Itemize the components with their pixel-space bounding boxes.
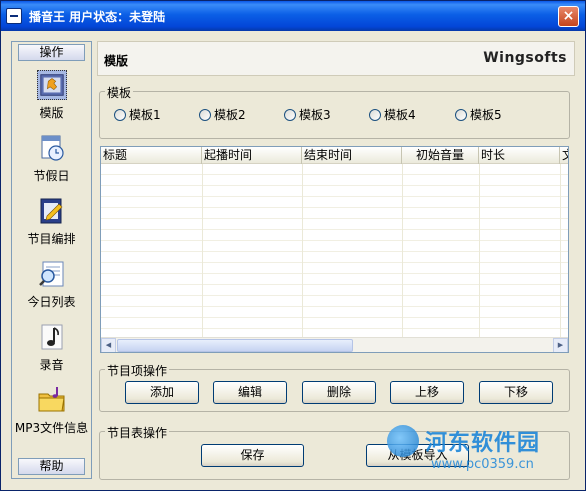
watermark-logo-icon bbox=[387, 425, 419, 457]
table-header: 标题 起播时间 结束时间 初始音量 时长 文 bbox=[101, 147, 568, 164]
sidebar-item-program-schedule[interactable]: 节目编排 bbox=[13, 192, 90, 252]
row-divider bbox=[101, 251, 568, 252]
move-up-button[interactable]: 上移 bbox=[390, 381, 464, 404]
item-ops-group: 节目项操作 添加 编辑 删除 上移 下移 bbox=[99, 362, 570, 412]
add-button[interactable]: 添加 bbox=[125, 381, 199, 404]
column-header-end-time[interactable]: 结束时间 bbox=[302, 147, 402, 164]
column-header-file[interactable]: 文 bbox=[560, 147, 568, 164]
page-title: 模版 bbox=[104, 54, 129, 68]
sidebar: 操作 模版 节假日 节目编排 今日列表 录音 MP3文件信息 帮助 bbox=[11, 41, 92, 479]
brand-logo-text: Wingsofts bbox=[483, 50, 567, 66]
row-divider bbox=[101, 295, 568, 296]
sidebar-header[interactable]: 操作 bbox=[18, 44, 85, 61]
row-divider bbox=[101, 328, 568, 329]
watermark-url: www.pc0359.cn bbox=[431, 457, 534, 472]
save-button[interactable]: 保存 bbox=[201, 444, 304, 467]
template-group: 模板 模板1 模板2 模板3 模板4 模板5 bbox=[99, 84, 570, 139]
column-header-start-time[interactable]: 起播时间 bbox=[202, 147, 302, 164]
row-divider bbox=[101, 273, 568, 274]
calendar-clock-icon bbox=[41, 135, 64, 161]
schedule-edit-icon bbox=[40, 198, 63, 224]
column-divider bbox=[202, 164, 203, 337]
item-ops-label: 节目项操作 bbox=[105, 362, 170, 379]
template-radio-5[interactable]: 模板5 bbox=[455, 106, 502, 122]
title-bar[interactable]: 播音王 用户状态：未登陆 × bbox=[1, 1, 585, 31]
radio-circle bbox=[114, 109, 126, 121]
program-table[interactable]: 标题 起播时间 结束时间 初始音量 时长 文 bbox=[100, 146, 569, 353]
scroll-thumb[interactable] bbox=[117, 339, 353, 352]
template-radio-1[interactable]: 模板1 bbox=[114, 106, 161, 122]
edit-button[interactable]: 编辑 bbox=[213, 381, 287, 404]
radio-label: 模板4 bbox=[384, 108, 416, 122]
delete-button[interactable]: 删除 bbox=[302, 381, 376, 404]
row-divider bbox=[101, 196, 568, 197]
magnifier-list-icon bbox=[39, 261, 64, 287]
radio-circle bbox=[455, 109, 467, 121]
row-divider bbox=[101, 207, 568, 208]
sidebar-footer-help[interactable]: 帮助 bbox=[18, 458, 85, 475]
move-down-button[interactable]: 下移 bbox=[479, 381, 553, 404]
watermark-name: 河东软件园 bbox=[425, 431, 541, 456]
scroll-right-button[interactable]: ▶ bbox=[553, 338, 568, 352]
table-body bbox=[101, 164, 568, 337]
app-icon bbox=[6, 8, 22, 24]
row-divider bbox=[101, 284, 568, 285]
sidebar-list: 模版 节假日 节目编排 今日列表 录音 MP3文件信息 bbox=[13, 64, 90, 457]
sidebar-item-recording[interactable]: 录音 bbox=[13, 318, 90, 378]
column-divider bbox=[402, 164, 403, 337]
page-banner: 模版 Wingsofts bbox=[97, 41, 575, 76]
template-radio-4[interactable]: 模板4 bbox=[369, 106, 416, 122]
row-divider bbox=[101, 306, 568, 307]
template-radio-3[interactable]: 模板3 bbox=[284, 106, 331, 122]
template-icon bbox=[37, 70, 67, 100]
template-group-label: 模板 bbox=[105, 84, 134, 101]
row-divider bbox=[101, 185, 568, 186]
row-divider bbox=[101, 240, 568, 241]
column-header-initial-volume[interactable]: 初始音量 bbox=[402, 147, 479, 164]
sidebar-item-label: 模版 bbox=[39, 106, 64, 120]
scroll-left-button[interactable]: ◀ bbox=[101, 338, 116, 352]
radio-circle bbox=[284, 109, 296, 121]
watermark: 河东软件园 www.pc0359.cn bbox=[381, 421, 581, 487]
radio-label: 模板3 bbox=[299, 108, 331, 122]
radio-label: 模板1 bbox=[129, 108, 161, 122]
close-button[interactable]: × bbox=[558, 6, 579, 27]
app-window: 播音王 用户状态：未登陆 × 操作 模版 节假日 节目编排 今日列表 录音 MP… bbox=[0, 0, 586, 491]
column-header-duration[interactable]: 时长 bbox=[479, 147, 560, 164]
column-divider bbox=[560, 164, 561, 337]
template-radio-2[interactable]: 模板2 bbox=[199, 106, 246, 122]
column-divider bbox=[302, 164, 303, 337]
sidebar-item-today-list[interactable]: 今日列表 bbox=[13, 255, 90, 315]
sidebar-item-mp3-info[interactable]: MP3文件信息 bbox=[13, 381, 90, 441]
row-divider bbox=[101, 317, 568, 318]
sidebar-item-label: MP3文件信息 bbox=[14, 421, 89, 435]
row-divider bbox=[101, 262, 568, 263]
sidebar-item-label: 节目编排 bbox=[27, 232, 76, 246]
radio-label: 模板5 bbox=[470, 108, 502, 122]
column-header-title[interactable]: 标题 bbox=[101, 147, 202, 164]
row-divider bbox=[101, 229, 568, 230]
table-ops-label: 节目表操作 bbox=[105, 424, 170, 441]
folder-music-icon bbox=[38, 387, 65, 412]
sidebar-item-label: 录音 bbox=[39, 358, 64, 372]
radio-circle bbox=[199, 109, 211, 121]
column-divider bbox=[479, 164, 480, 337]
table-horizontal-scrollbar[interactable]: ◀ ▶ bbox=[101, 337, 568, 352]
row-divider bbox=[101, 174, 568, 175]
sidebar-item-template[interactable]: 模版 bbox=[13, 66, 90, 126]
radio-circle bbox=[369, 109, 381, 121]
sidebar-item-label: 今日列表 bbox=[27, 295, 76, 309]
sidebar-item-label: 节假日 bbox=[33, 169, 70, 183]
row-divider bbox=[101, 218, 568, 219]
music-note-icon bbox=[41, 324, 63, 350]
sidebar-item-holiday[interactable]: 节假日 bbox=[13, 129, 90, 189]
window-title: 播音王 用户状态：未登陆 bbox=[29, 10, 166, 24]
radio-label: 模板2 bbox=[214, 108, 246, 122]
